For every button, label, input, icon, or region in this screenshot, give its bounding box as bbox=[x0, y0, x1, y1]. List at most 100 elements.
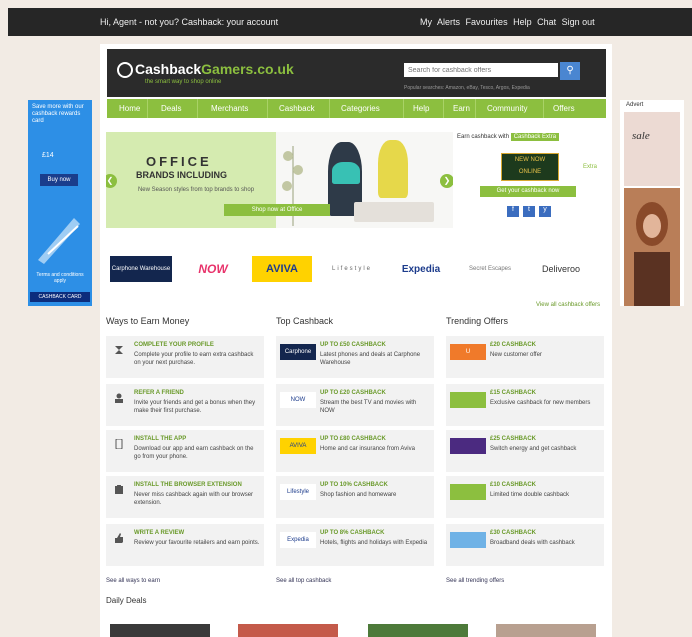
trending-offer-title[interactable]: £15 CASHBACK bbox=[490, 390, 536, 396]
right-advert-label: Advert bbox=[626, 102, 644, 108]
brand-now[interactable]: NOW bbox=[186, 256, 240, 282]
ways-footer-link[interactable]: See all ways to earn bbox=[106, 578, 160, 584]
brand-secret-escapes[interactable]: Secret Escapes bbox=[460, 256, 520, 282]
left-advert-price: £14 bbox=[42, 152, 54, 159]
trending-offer-desc: Exclusive cashback for new members bbox=[490, 400, 591, 406]
daily-deal-thumb[interactable] bbox=[368, 624, 468, 637]
right-advert[interactable]: Advert sale bbox=[620, 100, 684, 306]
nav-item-categories[interactable]: Categories bbox=[341, 104, 380, 113]
brand-deliveroo[interactable]: Deliveroo bbox=[526, 256, 596, 282]
promo-top-badge[interactable]: Cashback Extra bbox=[510, 133, 560, 141]
right-advert-sale: sale bbox=[632, 130, 650, 142]
top-offer-title[interactable]: UP TO £50 CASHBACK bbox=[320, 342, 386, 348]
ways-offer-card[interactable]: REFER A FRIEND Invite your friends and ge… bbox=[106, 384, 264, 426]
top-link-alerts[interactable]: Alerts bbox=[437, 17, 460, 27]
top-offer-card[interactable]: Lifestyle UP TO 10% CASHBACK Shop fashion … bbox=[276, 476, 434, 518]
brand-aviva[interactable]: AVIVA bbox=[252, 256, 312, 282]
brand-lifestyle[interactable]: Lifestyle bbox=[322, 256, 382, 282]
nav-item-help[interactable]: Help bbox=[413, 104, 429, 113]
top-offer-desc: Hotels, flights and holidays with Expedi… bbox=[320, 540, 428, 546]
hero-banner[interactable]: OFFICE BRANDS INCLUDING New Season style… bbox=[106, 132, 453, 228]
trending-offer-card[interactable]: £10 CASHBACK Limited time double cashback bbox=[446, 476, 604, 518]
brand-carphone[interactable]: Carphone Warehouse bbox=[110, 256, 172, 282]
top-link-favourites[interactable]: Favourites bbox=[466, 17, 508, 27]
ways-offer-card[interactable]: COMPLETE YOUR PROFILE Complete your profi… bbox=[106, 336, 264, 378]
left-advert-brand: CASHBACK CARD bbox=[30, 292, 90, 302]
top-offer-title[interactable]: UP TO £80 CASHBACK bbox=[320, 436, 386, 442]
view-all-link[interactable]: View all cashback offers bbox=[536, 302, 600, 308]
facebook-letter: f bbox=[512, 206, 514, 213]
trending-offer-desc: Broadband deals with cashback bbox=[490, 540, 575, 546]
top-offer-card[interactable]: Carphone UP TO £50 CASHBACK Latest phones … bbox=[276, 336, 434, 378]
main-nav: Home Deals Merchants Cashback Categories… bbox=[107, 99, 606, 118]
hero-bench bbox=[354, 202, 434, 222]
top-offer-card[interactable]: NOW UP TO £20 CASHBACK Stream the best TV … bbox=[276, 384, 434, 426]
left-advert[interactable]: Save more with our cashback rewards card… bbox=[28, 100, 92, 306]
trending-offer-logo bbox=[450, 484, 486, 500]
ways-offer-card[interactable]: WRITE A REVIEW Review your favourite reta… bbox=[106, 524, 264, 566]
hourglass-icon bbox=[114, 342, 124, 354]
facebook-icon[interactable]: f bbox=[507, 206, 519, 217]
nav-separator bbox=[267, 99, 268, 118]
trending-offer-title[interactable]: £20 CASHBACK bbox=[490, 342, 536, 348]
ways-offer-card[interactable]: INSTALL THE BROWSER EXTENSION Never miss … bbox=[106, 476, 264, 518]
top-offer-title[interactable]: UP TO £20 CASHBACK bbox=[320, 390, 386, 396]
youtube-letter: y bbox=[543, 206, 547, 213]
promo-badge[interactable]: NEW NOW ONLINE bbox=[501, 153, 559, 181]
nav-separator bbox=[329, 99, 330, 118]
top-offer-card[interactable]: Expedia UP TO 8% CASHBACK Hotels, flights … bbox=[276, 524, 434, 566]
left-advert-cta[interactable]: Buy now bbox=[40, 174, 78, 186]
nav-item-offers[interactable]: Offers bbox=[553, 104, 575, 113]
trending-footer-link[interactable]: See all trending offers bbox=[446, 578, 504, 584]
ways-offer-card[interactable]: INSTALL THE APP Download our app and earn… bbox=[106, 430, 264, 472]
hero-cta-button[interactable]: Shop now at Office bbox=[224, 204, 330, 216]
search-button[interactable]: ⚲ bbox=[560, 62, 580, 80]
top-link-signout[interactable]: Sign out bbox=[562, 17, 595, 27]
trending-offer-logo bbox=[450, 392, 486, 408]
ways-offer-title[interactable]: INSTALL THE APP bbox=[134, 436, 186, 442]
top-offer-card[interactable]: AVIVA UP TO £80 CASHBACK Home and car insu… bbox=[276, 430, 434, 472]
brand-expedia[interactable]: Expedia bbox=[390, 256, 452, 282]
top-link-my[interactable]: My bbox=[420, 17, 432, 27]
top-footer-link[interactable]: See all top cashback bbox=[276, 578, 331, 584]
nav-item-cashback[interactable]: Cashback bbox=[279, 104, 315, 113]
top-link-chat[interactable]: Chat bbox=[537, 17, 556, 27]
chevron-right-icon: ❯ bbox=[443, 176, 451, 185]
ways-offer-title[interactable]: COMPLETE YOUR PROFILE bbox=[134, 342, 214, 348]
daily-deal-thumb[interactable] bbox=[238, 624, 338, 637]
trending-offer-card[interactable]: £25 CASHBACK Switch energy and get cashba… bbox=[446, 430, 604, 472]
nav-item-earn[interactable]: Earn bbox=[453, 104, 470, 113]
main-content: CashbackGamers.co.uk the smart way to sh… bbox=[100, 44, 612, 637]
trending-offer-card[interactable]: £15 CASHBACK Exclusive cashback for new m… bbox=[446, 384, 604, 426]
logo-ring-icon bbox=[117, 62, 133, 79]
ways-offer-title[interactable]: WRITE A REVIEW bbox=[134, 530, 184, 536]
trending-offer-title[interactable]: £30 CASHBACK bbox=[490, 530, 536, 536]
right-advert-sale-panel: sale bbox=[624, 112, 680, 186]
trending-offer-card[interactable]: U £20 CASHBACK New customer offer bbox=[446, 336, 604, 378]
trending-column-title: Trending Offers bbox=[446, 316, 509, 326]
top-links: My Alerts Favourites Help Chat Sign out bbox=[420, 17, 598, 27]
promo-cta-button[interactable]: Get your cashback now bbox=[480, 186, 576, 197]
hero-next-arrow[interactable]: ❯ bbox=[440, 174, 453, 188]
search-input[interactable] bbox=[404, 63, 558, 77]
top-offer-title[interactable]: UP TO 8% CASHBACK bbox=[320, 530, 384, 536]
top-offer-title[interactable]: UP TO 10% CASHBACK bbox=[320, 482, 388, 488]
ways-offer-desc: Download our app and earn cashback on th… bbox=[134, 446, 254, 460]
hero-subtitle: BRANDS INCLUDING bbox=[136, 170, 227, 180]
nav-item-home[interactable]: Home bbox=[119, 104, 140, 113]
nav-item-merchants[interactable]: Merchants bbox=[211, 104, 248, 113]
daily-deal-thumb[interactable] bbox=[110, 624, 210, 637]
ways-offer-title[interactable]: INSTALL THE BROWSER EXTENSION bbox=[134, 482, 242, 488]
nav-item-deals[interactable]: Deals bbox=[161, 104, 181, 113]
youtube-icon[interactable]: y bbox=[539, 206, 551, 217]
top-link-help[interactable]: Help bbox=[513, 17, 532, 27]
trending-offer-title[interactable]: £10 CASHBACK bbox=[490, 482, 536, 488]
twitter-icon[interactable]: t bbox=[523, 206, 535, 217]
ways-offer-title[interactable]: REFER A FRIEND bbox=[134, 390, 184, 396]
daily-deal-thumb[interactable] bbox=[496, 624, 596, 637]
nav-item-community[interactable]: Community bbox=[487, 104, 527, 113]
ways-offer-desc: Review your favourite retailers and earn… bbox=[134, 540, 260, 546]
trending-offer-card[interactable]: £30 CASHBACK Broadband deals with cashbac… bbox=[446, 524, 604, 566]
site-logo[interactable]: CashbackGamers.co.uk bbox=[117, 61, 294, 79]
trending-offer-title[interactable]: £25 CASHBACK bbox=[490, 436, 536, 442]
